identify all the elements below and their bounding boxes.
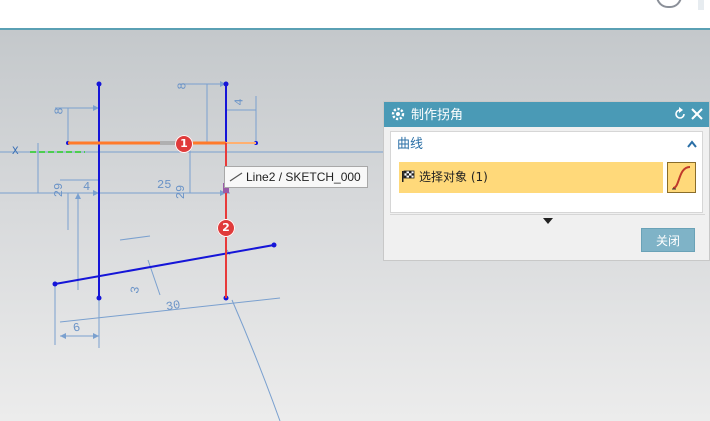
dimension-label: 8 <box>52 107 67 115</box>
select-object-label: 选择对象 (1) <box>419 170 488 184</box>
section-header[interactable]: 曲线 <box>391 132 702 158</box>
close-icon[interactable] <box>689 106 705 122</box>
marker-1: 1 <box>175 135 193 153</box>
line-icon <box>229 172 243 182</box>
x-axis-label: X <box>12 146 19 158</box>
select-object-row[interactable]: 选择对象 (1) <box>399 162 663 193</box>
top-bar <box>0 0 710 30</box>
dimension-label: 25 <box>157 178 172 192</box>
gear-icon <box>391 107 405 121</box>
more-options-expander[interactable] <box>390 214 705 229</box>
dimension-label: 29 <box>52 182 67 198</box>
flag-icon <box>402 170 415 182</box>
corner-tab <box>698 0 704 10</box>
curve-select-button[interactable] <box>667 162 696 193</box>
collapse-icon[interactable] <box>686 138 698 150</box>
dimension-label: 30 <box>164 297 182 315</box>
dialog-title-bar[interactable]: 制作拐角 <box>384 102 709 127</box>
tooltip-text: Line2 / SKETCH_000 <box>246 170 361 184</box>
dimension-label: 4 <box>83 180 91 194</box>
section-label: 曲线 <box>397 137 424 152</box>
close-button[interactable]: 关闭 <box>641 228 695 252</box>
selection-tooltip: Line2 / SKETCH_000 <box>224 166 368 188</box>
curve-section: 曲线 选择对象 (1) <box>390 131 703 213</box>
make-corner-dialog: 制作拐角 曲线 选择对象 (1) 关闭 <box>383 101 710 261</box>
expand-icon[interactable] <box>543 218 553 225</box>
curve-icon <box>672 166 691 190</box>
dimension-label: 4 <box>232 98 247 106</box>
dimension-label: 29 <box>174 184 189 200</box>
marker-2: 2 <box>217 219 235 237</box>
dimension-label: 8 <box>175 82 190 90</box>
reset-icon[interactable] <box>673 107 687 121</box>
corner-arc-icon <box>656 0 682 8</box>
dialog-title: 制作拐角 <box>411 107 464 122</box>
